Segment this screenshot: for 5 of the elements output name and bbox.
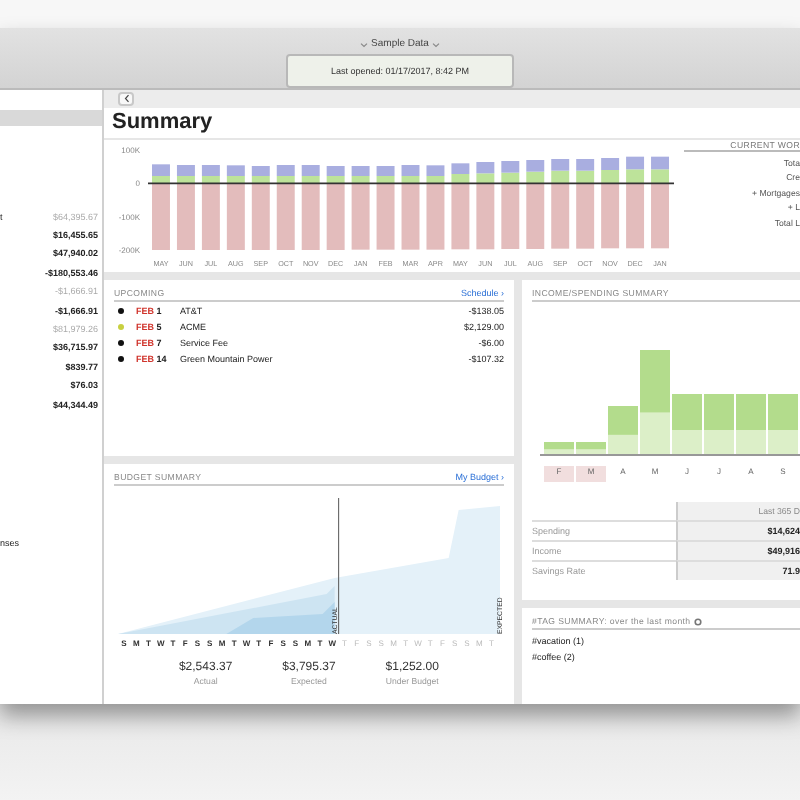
back-button[interactable]	[118, 92, 134, 106]
page-title: Summary	[104, 108, 800, 138]
today-line	[338, 498, 340, 635]
chevron-icon	[432, 41, 441, 47]
chevron-icon	[359, 41, 368, 47]
